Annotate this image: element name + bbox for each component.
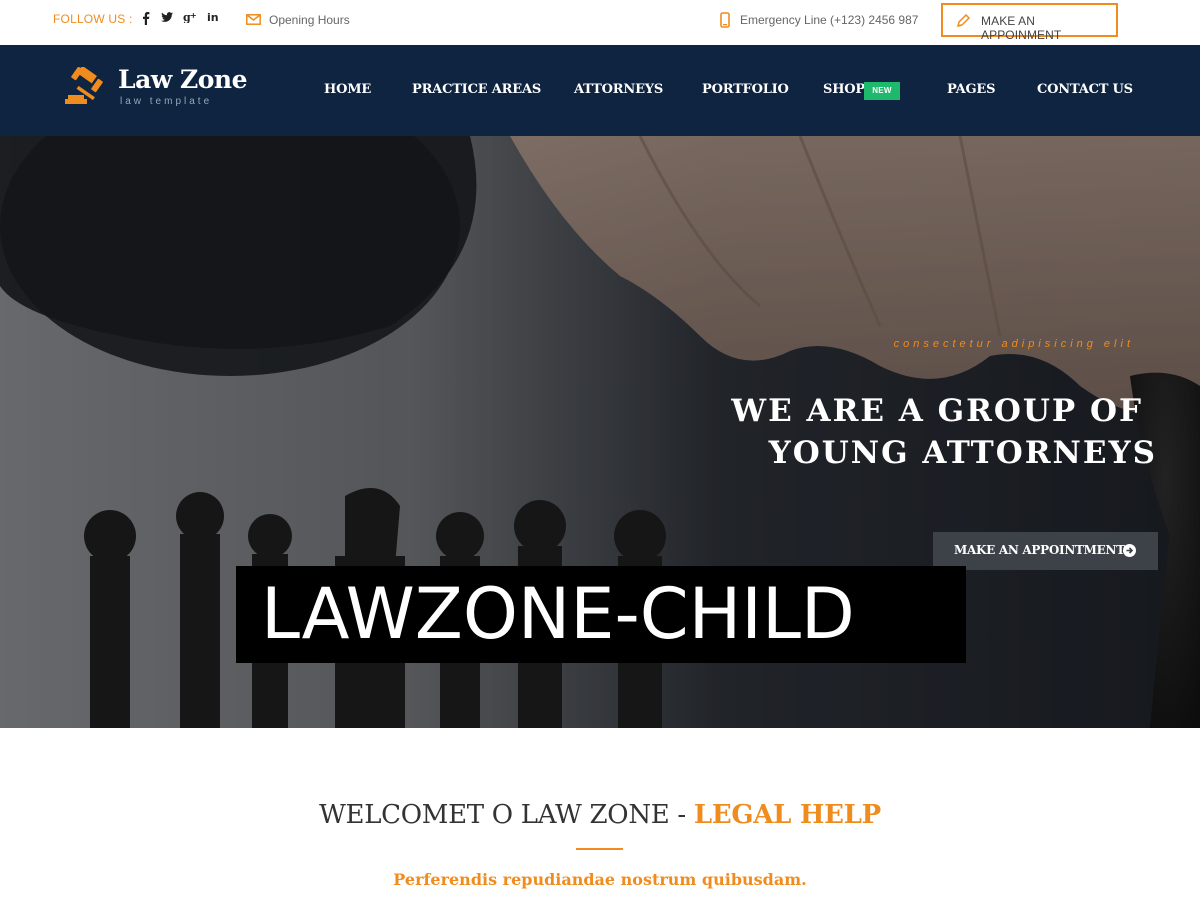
- make-appointment-top-button[interactable]: MAKE AN APPOINMENT: [941, 3, 1118, 42]
- top-bar: FOLLOW US : g + in Opening Hours Emergenc…: [0, 0, 1200, 45]
- phone-icon: [720, 12, 730, 28]
- hero-slider: consectetur adipisicing elit WE ARE A GR…: [0, 136, 1200, 728]
- nav-contact-us[interactable]: CONTACT US: [1037, 82, 1133, 97]
- hero-title-line2: YOUNG ATTORNEYS: [768, 435, 1157, 471]
- google-plus-icon[interactable]: g +: [183, 11, 196, 23]
- follow-us-label: FOLLOW US :: [53, 12, 133, 26]
- logo-subtitle: law template: [120, 96, 213, 107]
- hero-appointment-button[interactable]: MAKE AN APPOINTMENT: [933, 532, 1158, 570]
- nav-shop[interactable]: SHOP: [823, 82, 865, 97]
- nav-home[interactable]: HOME: [324, 82, 371, 97]
- welcome-title-dark: WELCOMET O LAW ZONE -: [319, 800, 694, 830]
- arrow-circle-right-icon: [1123, 544, 1136, 557]
- shop-new-badge: NEW: [864, 82, 900, 100]
- opening-hours-link[interactable]: Opening Hours: [269, 13, 350, 27]
- welcome-divider: [576, 848, 623, 850]
- emergency-line: Emergency Line (+123) 2456 987: [740, 13, 919, 27]
- nav-portfolio[interactable]: PORTFOLIO: [702, 82, 789, 97]
- main-navbar: Law Zone law template HOME PRACTICE AREA…: [0, 45, 1200, 136]
- logo-title[interactable]: Law Zone: [118, 65, 248, 94]
- nav-pages[interactable]: PAGES: [947, 82, 996, 97]
- nav-practice-areas[interactable]: PRACTICE AREAS: [412, 82, 541, 97]
- gavel-logo-icon[interactable]: [62, 67, 112, 107]
- hero-title-line1: WE ARE A GROUP OF: [731, 393, 1143, 429]
- welcome-subtitle: Perferendis repudiandae nostrum quibusda…: [393, 870, 807, 889]
- svg-text:+: +: [190, 11, 196, 20]
- theme-name-overlay: LAWZONE-CHILD: [236, 566, 966, 663]
- twitter-icon[interactable]: [161, 12, 173, 23]
- svg-text:in: in: [207, 11, 219, 23]
- pencil-icon: [956, 14, 970, 28]
- welcome-title-accent: LEGAL HELP: [693, 800, 881, 830]
- linkedin-icon[interactable]: in: [207, 11, 220, 23]
- welcome-heading: WELCOMET O LAW ZONE - LEGAL HELP: [0, 800, 1200, 830]
- facebook-icon[interactable]: [142, 12, 150, 25]
- envelope-icon: [246, 14, 261, 25]
- make-appointment-top-label: MAKE AN APPOINMENT: [981, 14, 1062, 42]
- nav-attorneys[interactable]: ATTORNEYS: [574, 82, 663, 97]
- hero-appointment-label: MAKE AN APPOINTMENT: [954, 543, 1125, 557]
- hero-kicker: consectetur adipisicing elit: [893, 338, 1134, 350]
